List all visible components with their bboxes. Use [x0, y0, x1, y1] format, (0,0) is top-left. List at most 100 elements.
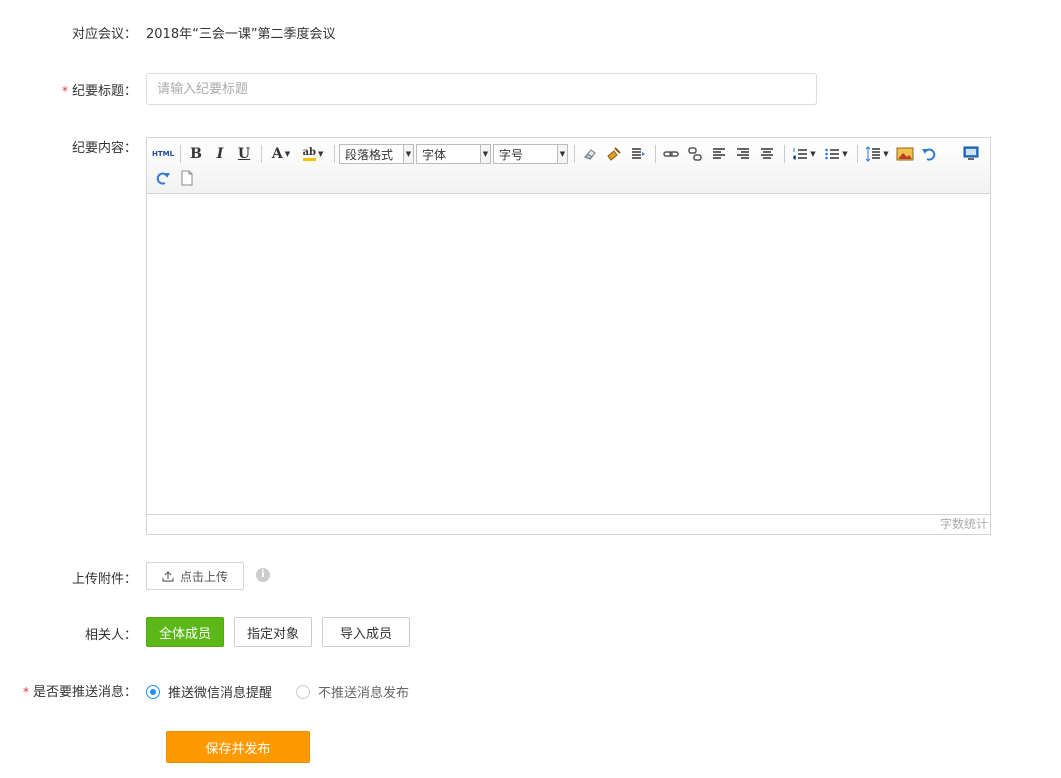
align-right-icon	[737, 148, 749, 159]
title-label: * 纪要标题：	[62, 80, 137, 99]
title-row: * 纪要标题：	[0, 73, 1061, 105]
auto-format-icon	[632, 148, 645, 159]
specify-target-button[interactable]: 指定对象	[234, 617, 312, 647]
paragraph-format-value: 段落格式	[345, 147, 394, 162]
title-label-text: 纪要标题：	[71, 84, 137, 99]
import-members-button[interactable]: 导入成员	[322, 617, 410, 647]
toolbar-line-2	[152, 166, 986, 190]
fullscreen-button[interactable]	[960, 142, 982, 164]
toolbar-separator	[574, 145, 575, 163]
highlight-icon: ab	[302, 147, 317, 161]
auto-format-button[interactable]	[627, 143, 649, 165]
undo-icon	[922, 148, 936, 161]
radio-push-wechat[interactable]: 推送微信消息提醒	[146, 682, 272, 701]
unordered-list-icon	[825, 148, 840, 160]
editor-content-area[interactable]	[147, 194, 990, 514]
eraser-icon	[584, 149, 596, 160]
info-icon[interactable]: i	[256, 568, 270, 582]
font-family-select[interactable]: 字体 ▼	[416, 144, 491, 164]
align-left-button[interactable]	[708, 143, 730, 165]
toolbar-line-1: HTML B I U A ▼ ab ▼ 段落格式 ▼ 字体 ▼ 字号 ▼ ▼ ▼…	[152, 142, 986, 166]
related-label: 相关人：	[84, 628, 137, 643]
font-color-icon: A	[271, 146, 283, 162]
eraser-button[interactable]	[579, 143, 601, 165]
upload-button-label: 点击上传	[179, 569, 228, 584]
undo-button[interactable]	[918, 143, 940, 165]
align-left-icon	[713, 148, 725, 159]
html-source-button[interactable]: HTML	[152, 143, 174, 165]
word-count: 字数统计	[147, 514, 990, 534]
editor-toolbar: HTML B I U A ▼ ab ▼ 段落格式 ▼ 字体 ▼ 字号 ▼ ▼ ▼…	[147, 138, 990, 194]
radio-checked-icon	[146, 684, 160, 699]
italic-button[interactable]: I	[209, 143, 231, 165]
meeting-row: 对应会议： 2018年“三会一课”第二季度会议	[0, 22, 1061, 42]
line-height-icon	[865, 146, 881, 162]
unlink-button[interactable]	[684, 143, 706, 165]
align-center-icon	[761, 148, 773, 159]
unlink-icon	[688, 147, 702, 161]
unordered-list-button[interactable]: ▼	[821, 143, 851, 165]
font-family-value: 字体	[422, 147, 447, 162]
image-icon	[896, 147, 914, 161]
title-input[interactable]	[146, 73, 817, 105]
upload-row: 上传附件： 点击上传 i	[0, 562, 1061, 590]
required-mark: *	[61, 84, 68, 98]
align-right-button[interactable]	[732, 143, 754, 165]
toolbar-separator	[334, 145, 335, 163]
radio-no-push[interactable]: 不推送消息发布	[296, 682, 409, 701]
ordered-list-icon	[793, 148, 808, 160]
toolbar-separator	[655, 145, 656, 163]
meeting-value: 2018年“三会一课”第二季度会议	[146, 27, 336, 42]
insert-link-button[interactable]	[660, 143, 682, 165]
chevron-down-icon: ▼	[883, 150, 889, 158]
chevron-down-icon: ▼	[842, 150, 848, 158]
monitor-icon	[963, 146, 979, 160]
content-row: 纪要内容： HTML B I U A ▼ ab ▼ 段落格式 ▼ 字体 ▼ 字号 ▼	[0, 137, 1061, 535]
toolbar-separator	[857, 145, 858, 163]
align-center-button[interactable]	[756, 143, 778, 165]
save-publish-button[interactable]: 保存并发布	[166, 731, 310, 763]
document-icon	[181, 170, 193, 186]
upload-label: 上传附件：	[71, 572, 137, 587]
insert-image-button[interactable]	[894, 143, 916, 165]
bold-button[interactable]: B	[185, 143, 207, 165]
related-row: 相关人： 全体成员 指定对象 导入成员	[0, 617, 1061, 647]
all-members-button[interactable]: 全体成员	[146, 617, 224, 647]
push-row: * 是否要推送消息： 推送微信消息提醒 不推送消息发布	[0, 680, 1061, 701]
toolbar-separator	[261, 145, 262, 163]
push-label-text: 是否要推送消息：	[32, 685, 137, 700]
toolbar-separator	[784, 145, 785, 163]
chevron-down-icon: ▼	[480, 145, 490, 163]
required-mark: *	[22, 685, 29, 699]
chevron-down-icon: ▼	[403, 145, 413, 163]
line-height-button[interactable]: ▼	[862, 143, 892, 165]
redo-button[interactable]	[152, 167, 174, 189]
highlight-color-button[interactable]: ab ▼	[298, 143, 328, 165]
toolbar-separator	[180, 145, 181, 163]
font-size-value: 字号	[499, 147, 524, 162]
chevron-down-icon: ▼	[557, 145, 567, 163]
link-icon	[663, 151, 679, 157]
radio-no-push-label: 不推送消息发布	[318, 686, 410, 701]
meeting-label: 对应会议：	[71, 27, 137, 42]
new-document-button[interactable]	[176, 167, 198, 189]
format-painter-button[interactable]	[603, 143, 625, 165]
rich-text-editor: HTML B I U A ▼ ab ▼ 段落格式 ▼ 字体 ▼ 字号 ▼ ▼ ▼…	[146, 137, 991, 535]
push-label: * 是否要推送消息：	[23, 681, 137, 700]
chevron-down-icon: ▼	[318, 150, 324, 158]
upload-icon	[162, 571, 174, 582]
radio-push-wechat-label: 推送微信消息提醒	[168, 686, 273, 701]
toolbar-right	[960, 142, 984, 165]
font-color-button[interactable]: A ▼	[266, 143, 296, 165]
radio-unchecked-icon	[296, 684, 310, 699]
redo-icon	[156, 172, 170, 185]
font-size-select[interactable]: 字号 ▼	[493, 144, 568, 164]
underline-button[interactable]: U	[233, 143, 255, 165]
content-label: 纪要内容：	[71, 141, 137, 156]
chevron-down-icon: ▼	[810, 150, 816, 158]
brush-icon	[607, 147, 621, 161]
upload-button[interactable]: 点击上传	[146, 562, 244, 590]
chevron-down-icon: ▼	[284, 150, 291, 158]
ordered-list-button[interactable]: ▼	[789, 143, 819, 165]
paragraph-format-select[interactable]: 段落格式 ▼	[339, 144, 414, 164]
